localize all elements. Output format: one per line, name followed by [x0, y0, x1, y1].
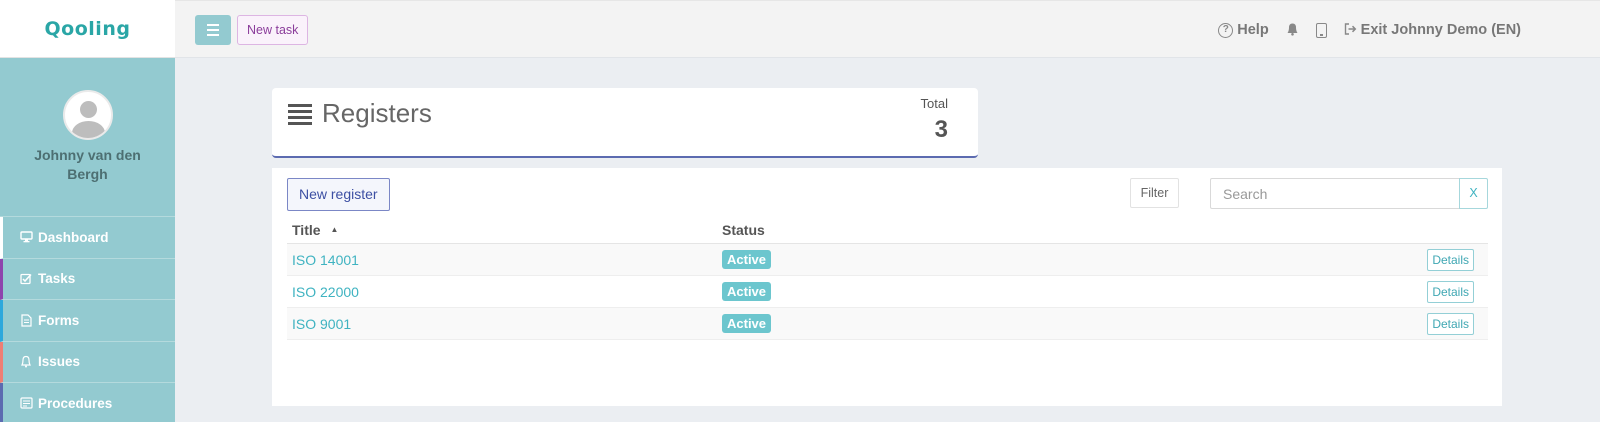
sidebar-item-label: Tasks	[38, 271, 76, 287]
sidebar-item-dashboard[interactable]: Dashboard	[0, 217, 175, 259]
device-button[interactable]	[1315, 22, 1327, 38]
menu-toggle-button[interactable]	[195, 15, 231, 45]
table-row: ISO 14001 Active Details	[287, 244, 1488, 276]
bell-icon	[1286, 22, 1299, 39]
details-button[interactable]: Details	[1427, 248, 1474, 271]
sidebar: Qooling Johnny van den Bergh Dashboard T…	[0, 0, 175, 422]
status-badge: Active	[722, 250, 772, 269]
new-task-button[interactable]: New task	[237, 15, 309, 45]
register-title-link[interactable]: ISO 22000	[287, 284, 722, 300]
bell-icon	[19, 355, 33, 368]
avatar[interactable]	[62, 90, 113, 140]
column-header-status[interactable]: Status	[722, 222, 1222, 238]
table-row: ISO 22000 Active Details	[287, 276, 1488, 308]
details-button[interactable]: Details	[1427, 280, 1474, 303]
check-square-icon	[19, 273, 33, 285]
details-button[interactable]: Details	[1427, 312, 1474, 335]
document-icon	[19, 314, 33, 327]
user-name: Johnny van den Bergh	[34, 147, 141, 182]
procedures-icon	[19, 397, 33, 409]
sidebar-item-issues[interactable]: Issues	[0, 341, 175, 383]
exit-demo-link[interactable]: Exit Johnny Demo (EN)	[1344, 22, 1521, 38]
list-icon	[288, 104, 312, 125]
notifications-button[interactable]	[1286, 22, 1299, 39]
table-row: ISO 9001 Active Details	[287, 308, 1488, 340]
exit-label: Exit Johnny Demo (EN)	[1360, 22, 1521, 38]
search-input[interactable]	[1210, 178, 1459, 209]
sort-ascending-icon: ▲	[330, 225, 339, 234]
help-link[interactable]: ? Help	[1218, 22, 1269, 38]
question-circle-icon: ?	[1218, 22, 1234, 38]
registers-header-card: Registers Total 3	[272, 88, 978, 158]
sign-out-icon	[1344, 22, 1357, 38]
register-title-link[interactable]: ISO 9001	[287, 316, 722, 332]
table-header: Title ▲ Status	[287, 216, 1488, 244]
logo-container[interactable]: Qooling	[0, 0, 175, 58]
sidebar-item-label: Dashboard	[38, 229, 109, 245]
sidebar-item-label: Procedures	[38, 395, 113, 411]
status-badge: Active	[722, 282, 772, 301]
user-profile: Johnny van den Bergh	[0, 58, 175, 216]
column-header-title[interactable]: Title ▲	[287, 222, 722, 238]
qooling-logo[interactable]: Qooling	[45, 18, 131, 40]
sidebar-item-tasks[interactable]: Tasks	[0, 258, 175, 300]
registers-panel: New register Filter X Title ▲ Status ISO…	[272, 168, 1502, 406]
top-nav: ? Help Exit Johnny Demo (EN)	[1201, 1, 1521, 59]
page-title: Registers	[322, 98, 432, 128]
help-label: Help	[1237, 22, 1269, 38]
sidebar-menu: Dashboard Tasks Forms Issues Procedures	[0, 216, 175, 422]
sidebar-item-procedures[interactable]: Procedures	[0, 383, 175, 422]
clear-search-button[interactable]: X	[1459, 178, 1488, 209]
registers-table: Title ▲ Status ISO 14001 Active Details …	[287, 216, 1488, 340]
top-bar: New task ? Help Exit Johnny Demo (EN)	[175, 0, 1600, 58]
total-count: 3	[934, 116, 948, 143]
monitor-icon	[19, 231, 33, 243]
register-title-link[interactable]: ISO 14001	[287, 252, 722, 268]
new-register-button[interactable]: New register	[287, 178, 390, 211]
status-badge: Active	[722, 314, 772, 333]
sidebar-item-label: Forms	[38, 312, 80, 328]
filter-button[interactable]: Filter	[1130, 178, 1179, 208]
tablet-icon	[1315, 22, 1327, 38]
sidebar-item-forms[interactable]: Forms	[0, 300, 175, 342]
total-label: Total	[920, 96, 948, 111]
sidebar-item-label: Issues	[38, 354, 81, 370]
